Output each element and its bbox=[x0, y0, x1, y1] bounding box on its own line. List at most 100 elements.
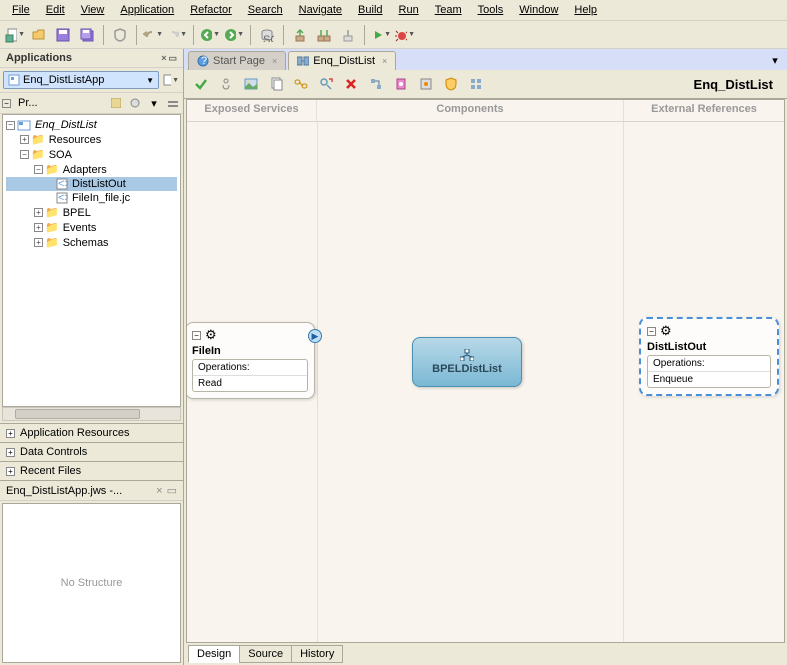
tab-design[interactable]: Design bbox=[188, 645, 240, 663]
expand-icon[interactable]: + bbox=[34, 223, 43, 232]
close-icon[interactable]: × bbox=[272, 56, 277, 66]
tab-list-button[interactable]: ▾ bbox=[767, 53, 783, 69]
output-connector-icon[interactable]: ▶ bbox=[308, 329, 322, 343]
tree-filein[interactable]: <> FileIn_file.jc bbox=[6, 191, 177, 205]
tree-btn-1[interactable] bbox=[108, 95, 124, 111]
find-button[interactable] bbox=[315, 73, 337, 95]
app-menu-button[interactable]: ▼ bbox=[162, 71, 180, 89]
menu-refactor[interactable]: Refactor bbox=[182, 2, 240, 18]
tree-root[interactable]: − Enq_DistList bbox=[6, 118, 177, 132]
service-filein[interactable]: − ⚙ FileIn Operations: Read ▶ bbox=[186, 322, 315, 399]
run-button[interactable]: ▼ bbox=[370, 24, 392, 46]
deploy2-button[interactable] bbox=[313, 24, 335, 46]
menu-file[interactable]: File bbox=[4, 2, 38, 18]
menu-tools[interactable]: Tools bbox=[470, 2, 512, 18]
svg-text:SQL: SQL bbox=[263, 34, 274, 42]
tree-resources[interactable]: + 📁 Resources bbox=[6, 132, 177, 147]
collapse-icon[interactable]: − bbox=[6, 121, 15, 130]
deploy1-button[interactable] bbox=[289, 24, 311, 46]
project-tree[interactable]: − Enq_DistList + 📁 Resources − 📁 SOA − 📁 bbox=[2, 114, 181, 407]
tree-soa[interactable]: − 📁 SOA bbox=[6, 147, 177, 162]
menu-build[interactable]: Build bbox=[350, 2, 390, 18]
collapse-icon[interactable]: − bbox=[34, 165, 43, 174]
panel-minimize-icon[interactable]: ▭ bbox=[168, 53, 177, 64]
reference-name: DistListOut bbox=[647, 341, 771, 353]
applications-title: Applications bbox=[6, 52, 72, 64]
test-button[interactable] bbox=[390, 73, 412, 95]
shield-button[interactable] bbox=[109, 24, 131, 46]
menu-help[interactable]: Help bbox=[566, 2, 605, 18]
tree-btn-2[interactable] bbox=[127, 95, 143, 111]
forward-button[interactable]: ▼ bbox=[223, 24, 245, 46]
tab-enq-distlist[interactable]: Enq_DistList × bbox=[288, 51, 396, 70]
close-icon[interactable]: × bbox=[156, 485, 162, 497]
tree-btn-4[interactable] bbox=[165, 95, 181, 111]
menu-application[interactable]: Application bbox=[112, 2, 182, 18]
expand-icon[interactable]: + bbox=[34, 238, 43, 247]
save-all-button[interactable] bbox=[76, 24, 98, 46]
new-button[interactable]: ▼ bbox=[4, 24, 26, 46]
menu-run[interactable]: Run bbox=[391, 2, 427, 18]
menu-search[interactable]: Search bbox=[240, 2, 291, 18]
expand-icon[interactable]: + bbox=[6, 448, 15, 457]
component-bpel[interactable]: BPELDistList bbox=[412, 337, 522, 387]
close-icon[interactable]: × bbox=[382, 56, 387, 66]
open-file-tab[interactable]: Enq_DistListApp.jws -... × ▭ bbox=[0, 481, 183, 501]
svg-text:<>: <> bbox=[58, 178, 68, 190]
expand-icon[interactable]: + bbox=[6, 467, 15, 476]
menu-navigate[interactable]: Navigate bbox=[291, 2, 350, 18]
delete-button[interactable] bbox=[340, 73, 362, 95]
tab-source[interactable]: Source bbox=[239, 645, 292, 663]
menu-team[interactable]: Team bbox=[427, 2, 470, 18]
deploy3-button[interactable] bbox=[337, 24, 359, 46]
policy-button[interactable] bbox=[415, 73, 437, 95]
reference-distlistout[interactable]: − ⚙ DistListOut Operations: Enqueue bbox=[639, 317, 779, 396]
gear-icon: ⚙ bbox=[660, 323, 672, 339]
expand-icon[interactable]: + bbox=[20, 135, 29, 144]
menu-window[interactable]: Window bbox=[511, 2, 566, 18]
security-button[interactable] bbox=[440, 73, 462, 95]
tree-events[interactable]: + 📁 Events bbox=[6, 220, 177, 235]
expand-icon[interactable]: + bbox=[34, 208, 43, 217]
composite-canvas[interactable]: Exposed Services Components External Ref… bbox=[186, 99, 785, 643]
panel-minimize-icon[interactable]: ▭ bbox=[167, 484, 177, 497]
undo-button[interactable]: ▼ bbox=[142, 24, 164, 46]
gear-icon: ⚙ bbox=[205, 327, 217, 343]
grid-button[interactable] bbox=[465, 73, 487, 95]
redo-button[interactable]: ▼ bbox=[166, 24, 188, 46]
refactor-button[interactable] bbox=[365, 73, 387, 95]
tree-adapters[interactable]: − 📁 Adapters bbox=[6, 162, 177, 177]
expand-icon[interactable]: + bbox=[6, 429, 15, 438]
save-button[interactable] bbox=[52, 24, 74, 46]
tree-distlistout[interactable]: <> DistListOut bbox=[6, 177, 177, 191]
collapse-icon[interactable]: − bbox=[20, 150, 29, 159]
tree-hscrollbar[interactable] bbox=[2, 407, 181, 421]
db-button[interactable]: SQL bbox=[256, 24, 278, 46]
data-controls-section[interactable]: + Data Controls bbox=[0, 442, 183, 461]
tab-history[interactable]: History bbox=[291, 645, 343, 663]
app-resources-section[interactable]: + Application Resources bbox=[0, 423, 183, 442]
image-button[interactable] bbox=[240, 73, 262, 95]
link-button[interactable] bbox=[290, 73, 312, 95]
tree-bpel[interactable]: + 📁 BPEL bbox=[6, 205, 177, 220]
application-selector[interactable]: Enq_DistListApp ▼ bbox=[3, 71, 159, 89]
open-button[interactable] bbox=[28, 24, 50, 46]
panel-close-icon[interactable]: × bbox=[161, 53, 166, 64]
copy-button[interactable] bbox=[265, 73, 287, 95]
projects-collapse-icon[interactable]: − bbox=[2, 99, 11, 108]
validate-button[interactable] bbox=[190, 73, 212, 95]
folder-icon: 📁 bbox=[45, 163, 59, 176]
wire-button[interactable] bbox=[215, 73, 237, 95]
tree-schemas[interactable]: + 📁 Schemas bbox=[6, 235, 177, 250]
menu-edit[interactable]: Edit bbox=[38, 2, 73, 18]
debug-button[interactable]: ▼ bbox=[394, 24, 416, 46]
tree-btn-3[interactable]: ▾ bbox=[146, 95, 162, 111]
tab-start-page[interactable]: ? Start Page × bbox=[188, 51, 286, 70]
project-toolbar: − Pr... ▾ bbox=[0, 93, 183, 114]
lane-external: External References bbox=[624, 100, 784, 121]
back-button[interactable]: ▼ bbox=[199, 24, 221, 46]
collapse-icon[interactable]: − bbox=[192, 331, 201, 340]
recent-files-section[interactable]: + Recent Files bbox=[0, 461, 183, 480]
collapse-icon[interactable]: − bbox=[647, 327, 656, 336]
menu-view[interactable]: View bbox=[73, 2, 113, 18]
